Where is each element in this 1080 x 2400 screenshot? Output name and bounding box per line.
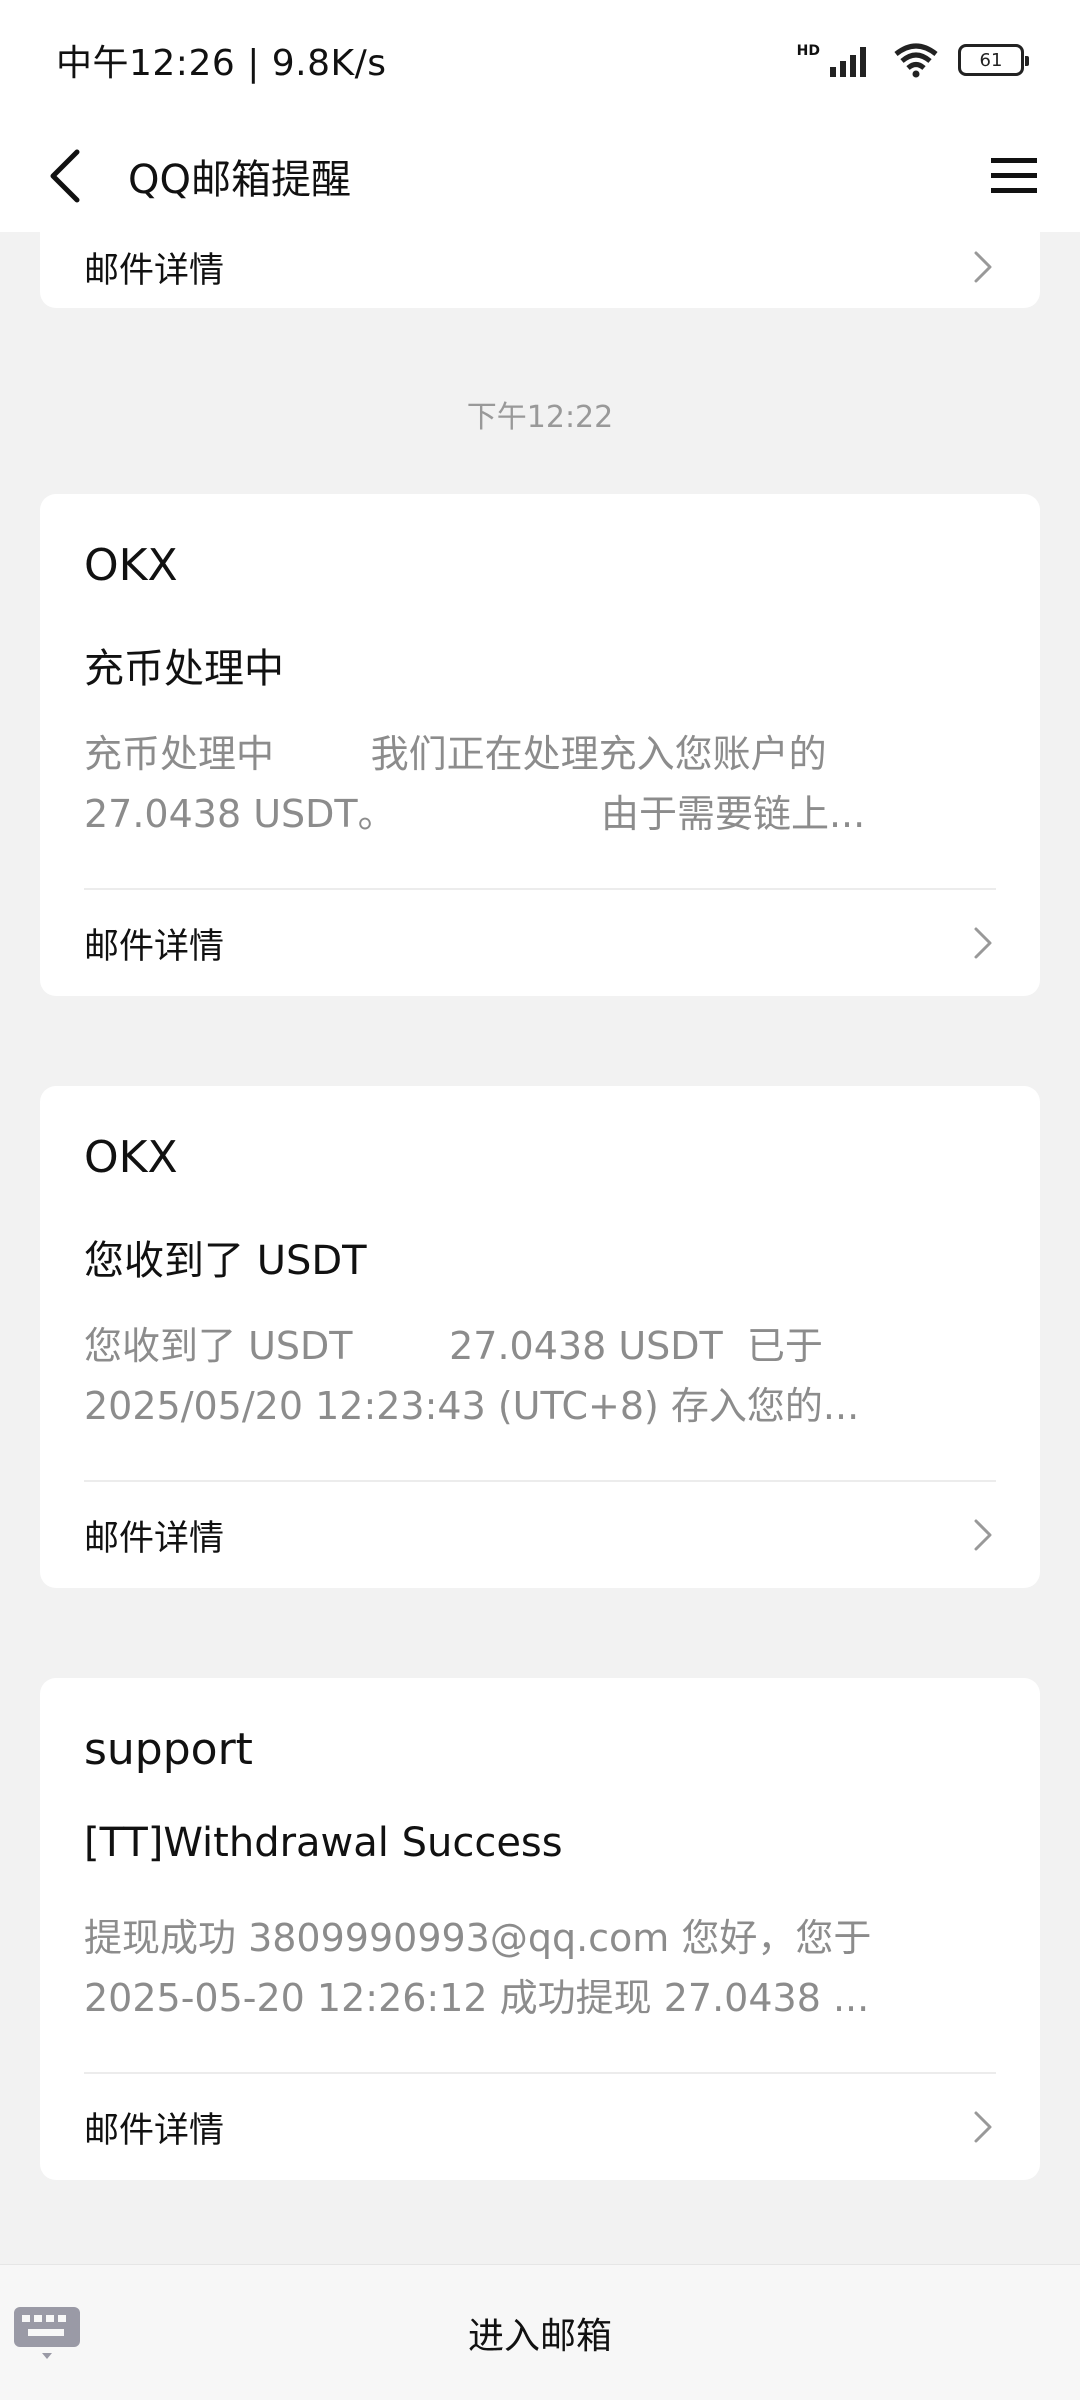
message-sender: OKX <box>84 540 178 591</box>
message-preview-line: 2025-05-20 12:26:12 成功提现 27.0438 ... <box>84 1976 870 2020</box>
status-bar: 中午12:26 | 9.8K/s HD 61 <box>0 0 1080 120</box>
menu-icon <box>991 158 1037 193</box>
message-sender: support <box>84 1724 253 1775</box>
mail-detail-row[interactable]: 邮件详情 <box>84 890 996 996</box>
message-preview-line: 您收到了 USDT 27.0438 USDT 已于 <box>84 1324 823 1368</box>
message-card[interactable]: support [TT]Withdrawal Success 提现成功 3809… <box>40 1678 1040 2180</box>
hd-label: HD <box>796 43 820 59</box>
message-subject: 充币处理中 <box>84 646 284 692</box>
message-preview-line: 提现成功 3809990993@qq.com 您好，您于 <box>84 1916 872 1960</box>
bottom-bar: 进入邮箱 <box>0 2264 1080 2400</box>
chevron-right-icon <box>974 927 992 959</box>
message-subject: [TT]Withdrawal Success <box>84 1820 563 1866</box>
page-title: QQ邮箱提醒 <box>128 157 351 203</box>
chevron-right-icon <box>974 2111 992 2143</box>
message-sender: OKX <box>84 1132 178 1183</box>
menu-button[interactable] <box>988 150 1040 202</box>
status-icons: HD 61 <box>796 42 1029 78</box>
message-preview-line: 27.0438 USDT。 由于需要链上... <box>84 792 866 836</box>
status-time-speed: 中午12:26 | 9.8K/s <box>56 43 387 84</box>
message-card[interactable]: OKX 充币处理中 充币处理中 我们正在处理充入您账户的 27.0438 USD… <box>40 494 1040 996</box>
enter-mailbox-button[interactable]: 进入邮箱 <box>468 2307 612 2359</box>
message-preview-line: 2025/05/20 12:23:43 (UTC+8) 存入您的... <box>84 1384 860 1428</box>
message-subject: 您收到了 USDT <box>84 1238 367 1284</box>
mail-detail-row[interactable]: 邮件详情 <box>84 1482 996 1588</box>
nav-bar: QQ邮箱提醒 <box>0 120 1080 232</box>
battery-level: 61 <box>979 49 1003 71</box>
mail-detail-label: 邮件详情 <box>84 250 225 291</box>
keyboard-icon[interactable] <box>12 2305 82 2361</box>
message-card[interactable]: OKX 您收到了 USDT 您收到了 USDT 27.0438 USDT 已于 … <box>40 1086 1040 1588</box>
mail-detail-label: 邮件详情 <box>84 1518 225 1559</box>
message-preview-line: 充币处理中 我们正在处理充入您账户的 <box>84 732 827 776</box>
back-button[interactable] <box>40 144 88 208</box>
message-list[interactable]: 邮件详情 下午12:22 OKX 充币处理中 充币处理中 我们正在处理充入您账户… <box>0 232 1080 2264</box>
battery-icon: 61 <box>958 44 1029 76</box>
mail-detail-row[interactable]: 邮件详情 <box>84 2074 996 2180</box>
back-arrow-icon <box>50 149 80 203</box>
timestamp: 下午12:22 <box>466 400 614 435</box>
chevron-right-icon <box>974 1519 992 1551</box>
mail-detail-label: 邮件详情 <box>84 926 225 967</box>
signal-icon <box>830 47 866 77</box>
mail-detail-row[interactable]: 邮件详情 <box>84 232 996 320</box>
message-card-partial[interactable]: 邮件详情 <box>40 232 1040 308</box>
mail-detail-label: 邮件详情 <box>84 2110 225 2151</box>
wifi-icon <box>894 43 938 78</box>
chevron-right-icon <box>974 251 992 283</box>
